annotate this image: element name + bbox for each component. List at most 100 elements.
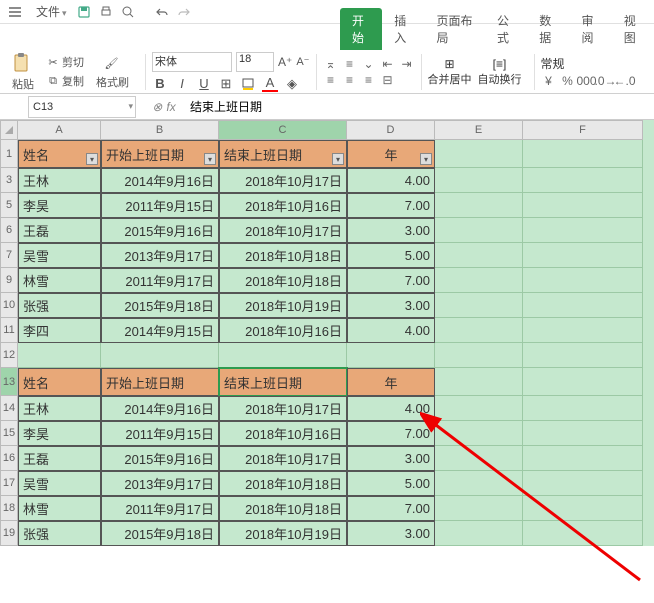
cell-empty[interactable]: [523, 168, 643, 193]
table-cell[interactable]: 2011年9月15日: [101, 421, 219, 446]
spreadsheet-grid[interactable]: ABCDEF1姓名▾开始上班日期▾结束上班日期▾年▾3王林2014年9月16日2…: [0, 120, 654, 546]
table-cell[interactable]: 2013年9月17日: [101, 243, 219, 268]
table-cell[interactable]: 2014年9月16日: [101, 396, 219, 421]
cell-empty[interactable]: [435, 496, 523, 521]
row-header[interactable]: 7: [0, 243, 18, 268]
table-cell[interactable]: 王磊: [18, 218, 101, 243]
table-cell[interactable]: 7.00: [347, 421, 435, 446]
table-cell[interactable]: 2018年10月18日: [219, 471, 347, 496]
cell-empty[interactable]: [435, 243, 523, 268]
table-cell[interactable]: 2013年9月17日: [101, 471, 219, 496]
cell-empty[interactable]: [523, 140, 643, 168]
table-cell[interactable]: 3.00: [347, 446, 435, 471]
row-header[interactable]: 15: [0, 421, 18, 446]
table-cell[interactable]: 李昊: [18, 193, 101, 218]
border-button[interactable]: ⊞: [218, 76, 234, 92]
row-header[interactable]: 10: [0, 293, 18, 318]
table-cell[interactable]: 7.00: [347, 268, 435, 293]
table-cell[interactable]: 2011年9月17日: [101, 496, 219, 521]
cell-empty[interactable]: [523, 268, 643, 293]
cell-empty[interactable]: [435, 293, 523, 318]
dec-dec-icon[interactable]: ←.0: [617, 74, 633, 88]
fill-color-button[interactable]: [240, 76, 256, 92]
table-cell[interactable]: 2018年10月16日: [219, 421, 347, 446]
align-bottom-icon[interactable]: ⌄: [361, 57, 377, 71]
table-cell[interactable]: 2018年10月17日: [219, 168, 347, 193]
cell-empty[interactable]: [523, 368, 643, 396]
col-header-A[interactable]: A: [18, 120, 101, 140]
table-cell[interactable]: 张强: [18, 521, 101, 546]
table-cell[interactable]: 2018年10月19日: [219, 293, 347, 318]
table-cell[interactable]: 2018年10月18日: [219, 268, 347, 293]
align-middle-icon[interactable]: ≡: [342, 57, 358, 71]
row-header[interactable]: 1: [0, 140, 18, 168]
table-cell[interactable]: 王磊: [18, 446, 101, 471]
row-header[interactable]: 11: [0, 318, 18, 343]
cell-empty[interactable]: [523, 396, 643, 421]
table-cell[interactable]: 2011年9月15日: [101, 193, 219, 218]
cell-empty[interactable]: [523, 318, 643, 343]
cell-empty[interactable]: [435, 421, 523, 446]
cell-empty[interactable]: [523, 446, 643, 471]
table-cell[interactable]: 2018年10月16日: [219, 193, 347, 218]
table-cell[interactable]: 2018年10月17日: [219, 218, 347, 243]
table-cell[interactable]: 2014年9月15日: [101, 318, 219, 343]
format-painter-button[interactable]: 🖌 格式刷: [92, 53, 133, 91]
table-header-cell[interactable]: 开始上班日期▾: [101, 140, 219, 168]
table-cell[interactable]: 2015年9月18日: [101, 293, 219, 318]
cut-button[interactable]: ✂剪切: [42, 53, 88, 71]
row-header[interactable]: 19: [0, 521, 18, 546]
table-header-cell[interactable]: 年▾: [347, 140, 435, 168]
cell-empty[interactable]: [523, 293, 643, 318]
table-cell[interactable]: 2015年9月16日: [101, 446, 219, 471]
tab-5[interactable]: 审阅: [569, 8, 611, 50]
table-header-cell[interactable]: 姓名: [18, 368, 101, 396]
cell-empty[interactable]: [435, 446, 523, 471]
redo-icon[interactable]: [175, 3, 193, 21]
indent-dec-icon[interactable]: ⇤: [380, 57, 396, 71]
cell-empty[interactable]: [347, 343, 435, 368]
row-header[interactable]: 3: [0, 168, 18, 193]
table-header-cell[interactable]: 结束上班日期: [219, 368, 347, 396]
filter-arrow-icon[interactable]: ▾: [332, 153, 344, 165]
align-left-icon[interactable]: ≡: [323, 73, 339, 87]
menu-icon[interactable]: [6, 3, 24, 21]
print-icon[interactable]: [97, 3, 115, 21]
cell-empty[interactable]: [523, 471, 643, 496]
table-cell[interactable]: 2018年10月19日: [219, 521, 347, 546]
table-cell[interactable]: 7.00: [347, 193, 435, 218]
table-cell[interactable]: 3.00: [347, 218, 435, 243]
row-header[interactable]: 6: [0, 218, 18, 243]
table-cell[interactable]: 5.00: [347, 243, 435, 268]
table-cell[interactable]: 2015年9月18日: [101, 521, 219, 546]
table-cell[interactable]: 王林: [18, 168, 101, 193]
row-header[interactable]: 16: [0, 446, 18, 471]
table-cell[interactable]: 4.00: [347, 318, 435, 343]
cell-empty[interactable]: [435, 396, 523, 421]
table-cell[interactable]: 2018年10月17日: [219, 396, 347, 421]
tab-3[interactable]: 公式: [485, 8, 527, 50]
cell-empty[interactable]: [435, 318, 523, 343]
filter-arrow-icon[interactable]: ▾: [204, 153, 216, 165]
cell-empty[interactable]: [523, 218, 643, 243]
cell-empty[interactable]: [435, 218, 523, 243]
align-center-icon[interactable]: ≡: [342, 73, 358, 87]
tab-1[interactable]: 插入: [382, 8, 424, 50]
table-cell[interactable]: 2015年9月16日: [101, 218, 219, 243]
name-box[interactable]: C13▾: [28, 96, 136, 118]
cell-empty[interactable]: [435, 268, 523, 293]
table-header-cell[interactable]: 姓名▾: [18, 140, 101, 168]
select-all-corner[interactable]: [0, 120, 18, 140]
table-cell[interactable]: 王林: [18, 396, 101, 421]
table-cell[interactable]: 4.00: [347, 168, 435, 193]
cell-empty[interactable]: [523, 496, 643, 521]
row-header[interactable]: 17: [0, 471, 18, 496]
table-cell[interactable]: 3.00: [347, 521, 435, 546]
table-cell[interactable]: 2011年9月17日: [101, 268, 219, 293]
cell-empty[interactable]: [523, 243, 643, 268]
merge-alt-icon[interactable]: ⊟: [380, 73, 396, 87]
cell-empty[interactable]: [523, 421, 643, 446]
underline-button[interactable]: U: [196, 76, 212, 92]
cell-empty[interactable]: [435, 521, 523, 546]
row-header[interactable]: 9: [0, 268, 18, 293]
